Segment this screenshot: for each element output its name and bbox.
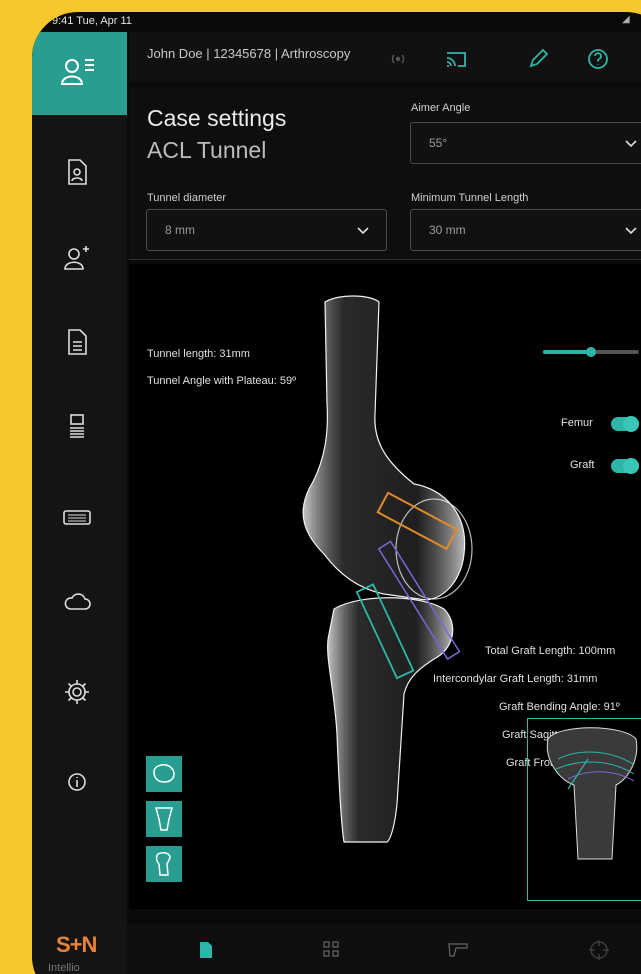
page-title: Case settings	[147, 105, 287, 131]
view-anterior-button[interactable]	[146, 801, 182, 837]
chevron-down-icon	[625, 140, 637, 148]
view-axial-button[interactable]	[146, 756, 182, 792]
patient-file-icon	[68, 159, 87, 185]
file-button[interactable]	[197, 940, 215, 965]
page-subtitle: ACL Tunnel	[147, 137, 267, 163]
min-tunnel-length-select[interactable]: 30 mm	[410, 209, 641, 251]
target-button[interactable]	[589, 940, 609, 965]
settings-gear-icon	[65, 680, 89, 704]
user-menu-icon	[60, 59, 94, 85]
femur-toggle-label: Femur	[561, 417, 593, 429]
knee-3d-viewport[interactable]: Tunnel length: 31mm Tunnel Angle with Pl…	[129, 264, 641, 909]
tunnel-length-readout: Tunnel length: 31mm	[147, 348, 250, 360]
graft-toggle-label: Graft	[570, 459, 595, 471]
add-user-button[interactable]	[62, 242, 92, 272]
tool-button[interactable]	[447, 940, 469, 963]
aimer-angle-value: 55°	[429, 136, 448, 150]
cast-icon	[446, 52, 466, 67]
metric-intercondylar-graft-length: Intercondylar Graft Length: 31mm	[433, 673, 598, 685]
cloud-button[interactable]	[62, 587, 92, 617]
stack-icon	[70, 414, 84, 438]
frontal-minimap[interactable]	[527, 718, 641, 901]
qr-code-button[interactable]	[322, 940, 340, 963]
file-icon	[200, 942, 212, 958]
view-lateral-button[interactable]	[146, 846, 182, 882]
anterior-view-icon	[155, 807, 173, 831]
chevron-down-icon	[357, 227, 369, 235]
edit-pencil-icon	[529, 48, 549, 68]
lateral-view-icon	[155, 852, 171, 876]
bottom-toolbar	[127, 924, 641, 974]
info-icon	[68, 773, 86, 791]
edit-button[interactable]	[521, 42, 555, 76]
tunnel-angle-readout: Tunnel Angle with Plateau: 59º	[147, 375, 297, 387]
document-icon	[68, 329, 87, 355]
tablet-screen: 9:41 Tue, Apr 11 ◢ S+N Intellio John Doe…	[32, 12, 641, 974]
tunnel-diameter-label: Tunnel diameter	[147, 192, 227, 204]
graft-toggle[interactable]	[611, 458, 639, 474]
chevron-down-icon	[625, 227, 637, 235]
tibia-frontal-thumbnail	[546, 727, 638, 860]
wifi-icon: ◢	[622, 14, 630, 25]
min-tunnel-length-value: 30 mm	[429, 223, 466, 237]
user-menu-button[interactable]	[32, 32, 127, 115]
keyboard-button[interactable]	[62, 502, 92, 532]
add-user-icon	[64, 246, 89, 270]
slider-fill	[543, 350, 591, 354]
brand-logo: S+N	[56, 932, 97, 957]
cloud-icon	[64, 593, 91, 610]
help-icon	[588, 49, 608, 69]
min-tunnel-length-label: Minimum Tunnel Length	[411, 192, 529, 204]
sidebar: S+N Intellio	[32, 32, 127, 974]
header-bar: John Doe | 12345678 | Arthroscopy	[129, 32, 641, 82]
metric-total-graft-length: Total Graft Length: 100mm	[485, 645, 616, 657]
cast-button[interactable]	[439, 42, 473, 76]
patient-file-button[interactable]	[62, 157, 92, 187]
tool-icon	[448, 943, 468, 957]
case-settings-panel: Case settings ACL Tunnel Aimer Angle 55°…	[129, 87, 641, 260]
settings-button[interactable]	[62, 677, 92, 707]
femur-toggle[interactable]	[611, 416, 639, 432]
keyboard-icon	[63, 510, 91, 525]
document-button[interactable]	[62, 327, 92, 357]
tunnel-diameter-select[interactable]: 8 mm	[146, 209, 387, 251]
aimer-angle-label: Aimer Angle	[411, 102, 471, 114]
brand-name: Intellio	[48, 962, 80, 974]
qr-code-icon	[323, 941, 339, 957]
info-button[interactable]	[62, 767, 92, 797]
slider-thumb[interactable]	[586, 347, 596, 357]
wireless-indicator	[381, 42, 415, 76]
tunnel-diameter-value: 8 mm	[165, 223, 195, 237]
metric-graft-bending-angle: Graft Bending Angle: 91º	[499, 701, 620, 713]
stack-button[interactable]	[62, 412, 92, 442]
opacity-slider[interactable]	[543, 347, 639, 357]
status-time: 9:41 Tue, Apr 11	[52, 15, 132, 27]
status-bar: 9:41 Tue, Apr 11 ◢	[32, 12, 641, 32]
aimer-angle-select[interactable]: 55°	[410, 122, 641, 164]
target-icon	[589, 940, 609, 960]
help-button[interactable]	[581, 42, 615, 76]
axial-view-icon	[153, 764, 175, 783]
patient-info: John Doe | 12345678 | Arthroscopy	[147, 46, 351, 61]
wireless-icon	[391, 54, 405, 64]
